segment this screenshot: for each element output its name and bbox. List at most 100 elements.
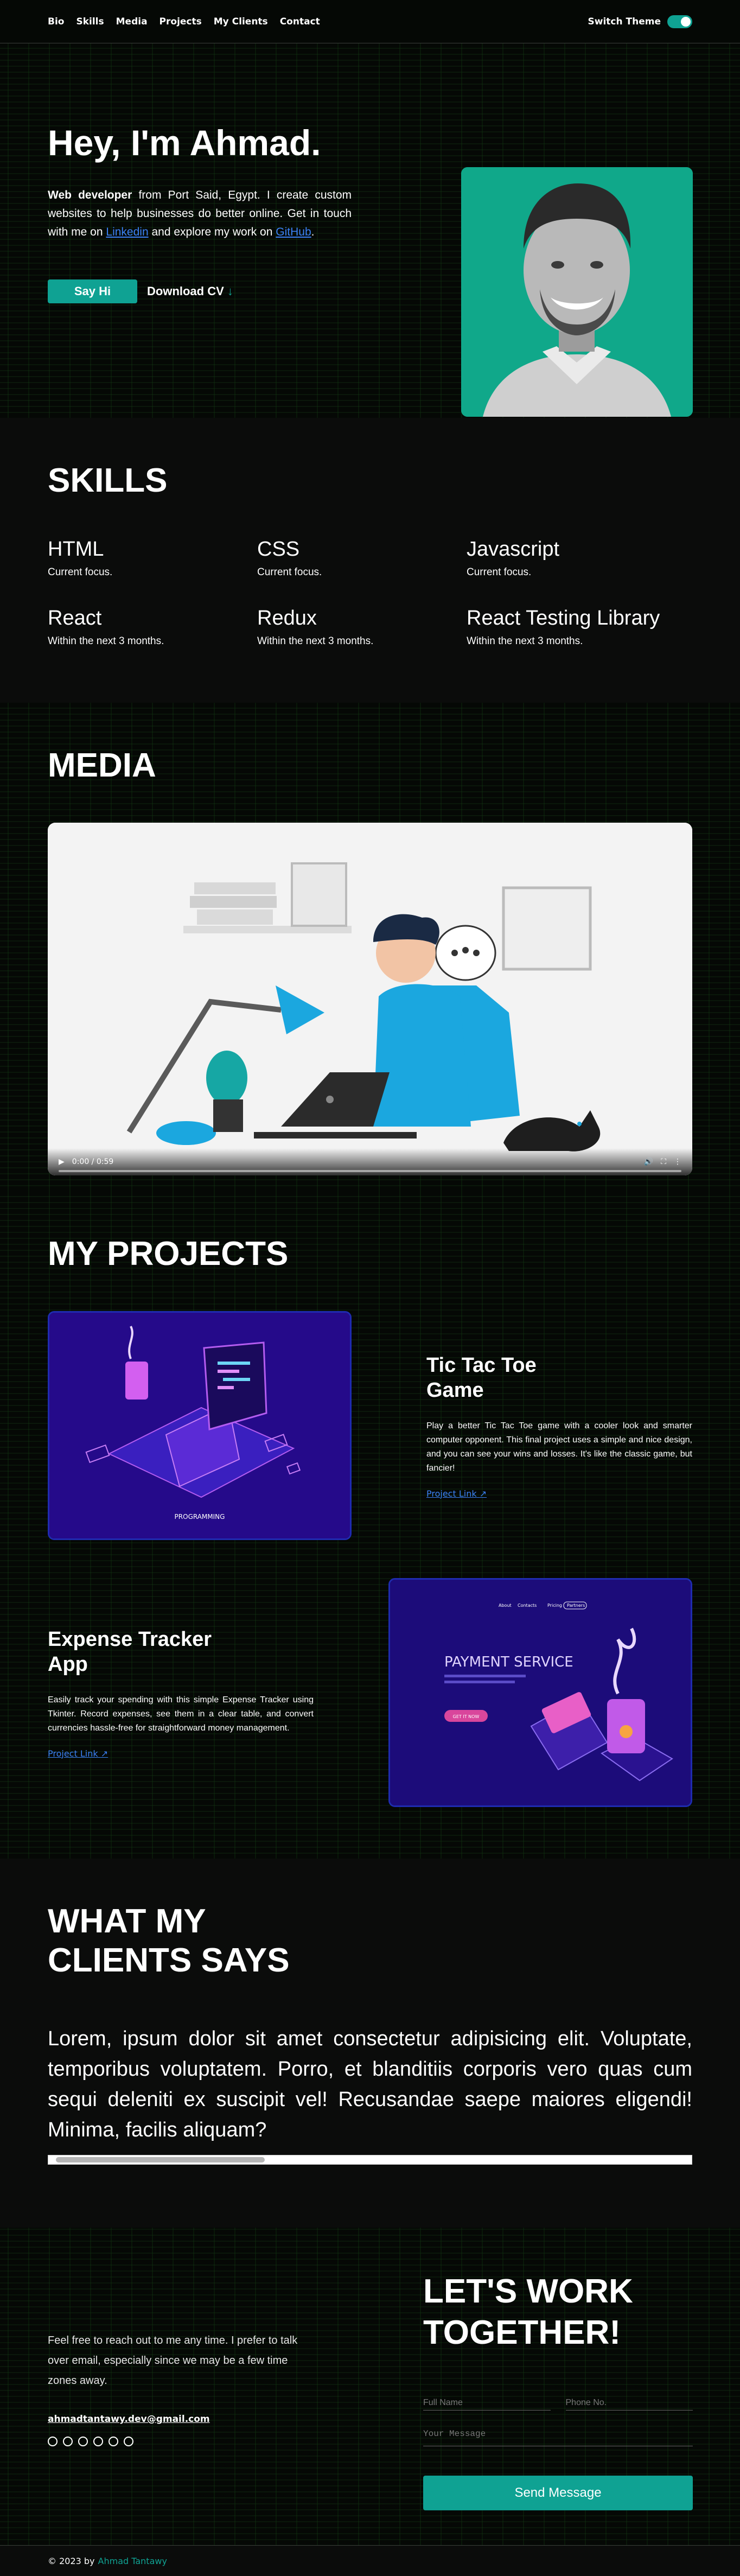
skill-note: Within the next 3 months.: [467, 635, 583, 647]
hero-intro: Web developer from Port Said, Egypt. I c…: [48, 189, 352, 238]
project-link-label: Project Link: [48, 1748, 98, 1759]
project-image-expense-tracker: About Contacts Pricing Partners PAYMENT …: [388, 1578, 692, 1807]
skill-item: HTML Current focus.: [48, 538, 257, 578]
projects-section: MY PROJECTS PROGRAMMING Tic Tac Toe Game…: [0, 1191, 740, 1859]
clients-title-line: CLIENTS SAYS: [48, 1942, 290, 1979]
external-link-icon: ↗: [479, 1488, 487, 1499]
nav-link-my-clients[interactable]: My Clients: [214, 16, 268, 27]
contact-title-line: LET'S WORK: [423, 2273, 633, 2310]
download-cv-label: Download CV: [147, 284, 224, 298]
project-title-line: App: [48, 1652, 88, 1676]
nav-links: Bio Skills Media Projects My Clients Con…: [48, 16, 320, 27]
clients-section: WHAT MY CLIENTS SAYS Lorem, ipsum dolor …: [0, 1859, 740, 2228]
contact-form: LET'S WORK TOGETHER! Send Message: [423, 2271, 693, 2510]
message-field[interactable]: [423, 2429, 693, 2446]
footer-copyright: © 2023 by: [48, 2555, 95, 2566]
skill-name: CSS: [257, 538, 300, 561]
hero-section: Hey, I'm Ahmad. Web developer from Port …: [0, 43, 740, 418]
skill-name: Redux: [257, 607, 317, 629]
top-nav: Bio Skills Media Projects My Clients Con…: [0, 0, 740, 43]
contact-title: LET'S WORK TOGETHER!: [423, 2271, 693, 2354]
skill-name: Javascript: [467, 538, 560, 561]
testimonial-scrollbar[interactable]: [48, 2155, 692, 2165]
video-player[interactable]: ▶ 0:00 / 0:59 🔊 ⛶ ⋮: [48, 823, 692, 1175]
project-card: Expense Tracker App Easily track your sp…: [48, 1578, 692, 1807]
project-image-nav-item: About: [499, 1603, 512, 1608]
video-poster-illustration: [48, 823, 692, 1175]
nav-link-projects[interactable]: Projects: [160, 16, 202, 27]
project-link[interactable]: Project Link ↗: [48, 1748, 108, 1759]
project-image-button: GET IT NOW: [453, 1714, 480, 1719]
linkedin-icon[interactable]: [124, 2437, 133, 2446]
contact-title-line: TOGETHER!: [423, 2314, 621, 2351]
twitter-icon[interactable]: [63, 2437, 73, 2446]
project-image-nav-item: Pricing: [547, 1603, 562, 1608]
project-text: Expense Tracker App Easily track your sp…: [48, 1627, 352, 1759]
project-title-line: Tic Tac Toe: [426, 1353, 537, 1377]
profile-photo: [461, 167, 693, 417]
project-card: PROGRAMMING Tic Tac Toe Game Play a bett…: [48, 1311, 692, 1540]
skill-note: Current focus.: [48, 567, 113, 578]
theme-toggle[interactable]: [667, 15, 692, 28]
say-hi-button[interactable]: Say Hi: [48, 279, 137, 303]
github-icon[interactable]: [93, 2437, 103, 2446]
download-cv-button[interactable]: Download CV ↓: [147, 284, 233, 298]
skill-item: Redux Within the next 3 months.: [257, 607, 467, 647]
contact-text: Feel free to reach out to me any time. I…: [48, 2335, 298, 2387]
skill-note: Current focus.: [467, 567, 532, 578]
project-title-line: Game: [426, 1378, 484, 1402]
project-description: Easily track your spending with this sim…: [48, 1695, 314, 1733]
phone-field[interactable]: [565, 2396, 693, 2410]
scrollbar-thumb[interactable]: [56, 2157, 265, 2162]
skill-item: React Within the next 3 months.: [48, 607, 257, 647]
contact-section: Feel free to reach out to me any time. I…: [0, 2228, 740, 2545]
project-link-label: Project Link: [426, 1488, 477, 1499]
project-image-tic-tac-toe: PROGRAMMING: [48, 1311, 352, 1540]
play-icon[interactable]: ▶: [59, 1157, 65, 1166]
skill-name: React: [48, 607, 102, 629]
client-testimonial: Lorem, ipsum dolor sit amet consectetur …: [48, 2027, 692, 2141]
projects-title: MY PROJECTS: [48, 1235, 289, 1273]
footer-author-link[interactable]: Ahmad Tantawy: [98, 2556, 167, 2566]
skill-item: Javascript Current focus.: [467, 538, 676, 578]
project-link[interactable]: Project Link ↗: [426, 1489, 487, 1499]
instagram-icon[interactable]: [109, 2437, 118, 2446]
skill-item: React Testing Library Within the next 3 …: [467, 607, 676, 647]
social-icons: [48, 2437, 319, 2446]
nav-link-skills[interactable]: Skills: [76, 16, 104, 27]
fullscreen-icon[interactable]: ⛶: [661, 1157, 666, 1166]
project-description: Play a better Tic Tac Toe game with a co…: [426, 1421, 692, 1473]
nav-link-media[interactable]: Media: [116, 16, 148, 27]
footer: © 2023 by Ahmad Tantawy: [0, 2545, 740, 2576]
volume-icon[interactable]: 🔊: [644, 1157, 653, 1166]
profile-photo-illustration: [461, 167, 693, 417]
email-link[interactable]: ahmadtantawy.dev@gmail.com: [48, 2414, 319, 2425]
linkedin-link[interactable]: Linkedin: [106, 226, 148, 238]
project-illustration: About Contacts Pricing Partners PAYMENT …: [390, 1580, 691, 1805]
project-image-caption: PAYMENT SERVICE: [444, 1654, 573, 1670]
download-arrow-icon: ↓: [227, 284, 233, 298]
skills-title: SKILLS: [48, 462, 168, 499]
nav-link-bio[interactable]: Bio: [48, 16, 64, 27]
project-image-caption: PROGRAMMING: [175, 1513, 225, 1521]
youtube-icon[interactable]: [78, 2437, 88, 2446]
skill-item: CSS Current focus.: [257, 538, 467, 578]
video-progress-bar[interactable]: [59, 1170, 681, 1172]
media-section: MEDIA ▶ 0:00 / 0:59 🔊 ⛶ ⋮: [0, 703, 740, 1191]
facebook-icon[interactable]: [48, 2437, 58, 2446]
skills-section: SKILLS HTML Current focus. CSS Current f…: [0, 418, 740, 703]
more-options-icon[interactable]: ⋮: [674, 1157, 681, 1166]
hero-greeting: Hey, I'm Ahmad.: [48, 123, 321, 163]
hero-intro-and: and explore my work on: [151, 226, 273, 238]
skill-name: HTML: [48, 538, 104, 561]
send-message-button[interactable]: Send Message: [423, 2476, 693, 2510]
contact-info: Feel free to reach out to me any time. I…: [48, 2331, 319, 2446]
theme-label: Switch Theme: [588, 16, 661, 27]
github-link[interactable]: GitHub: [276, 226, 311, 238]
full-name-field[interactable]: [423, 2396, 551, 2410]
video-time: 0:00 / 0:59: [72, 1157, 114, 1166]
contact-field-row: [423, 2396, 693, 2410]
nav-link-contact[interactable]: Contact: [280, 16, 320, 27]
skill-name: React Testing Library: [467, 607, 660, 629]
project-image-nav-item: Contacts: [518, 1603, 537, 1608]
